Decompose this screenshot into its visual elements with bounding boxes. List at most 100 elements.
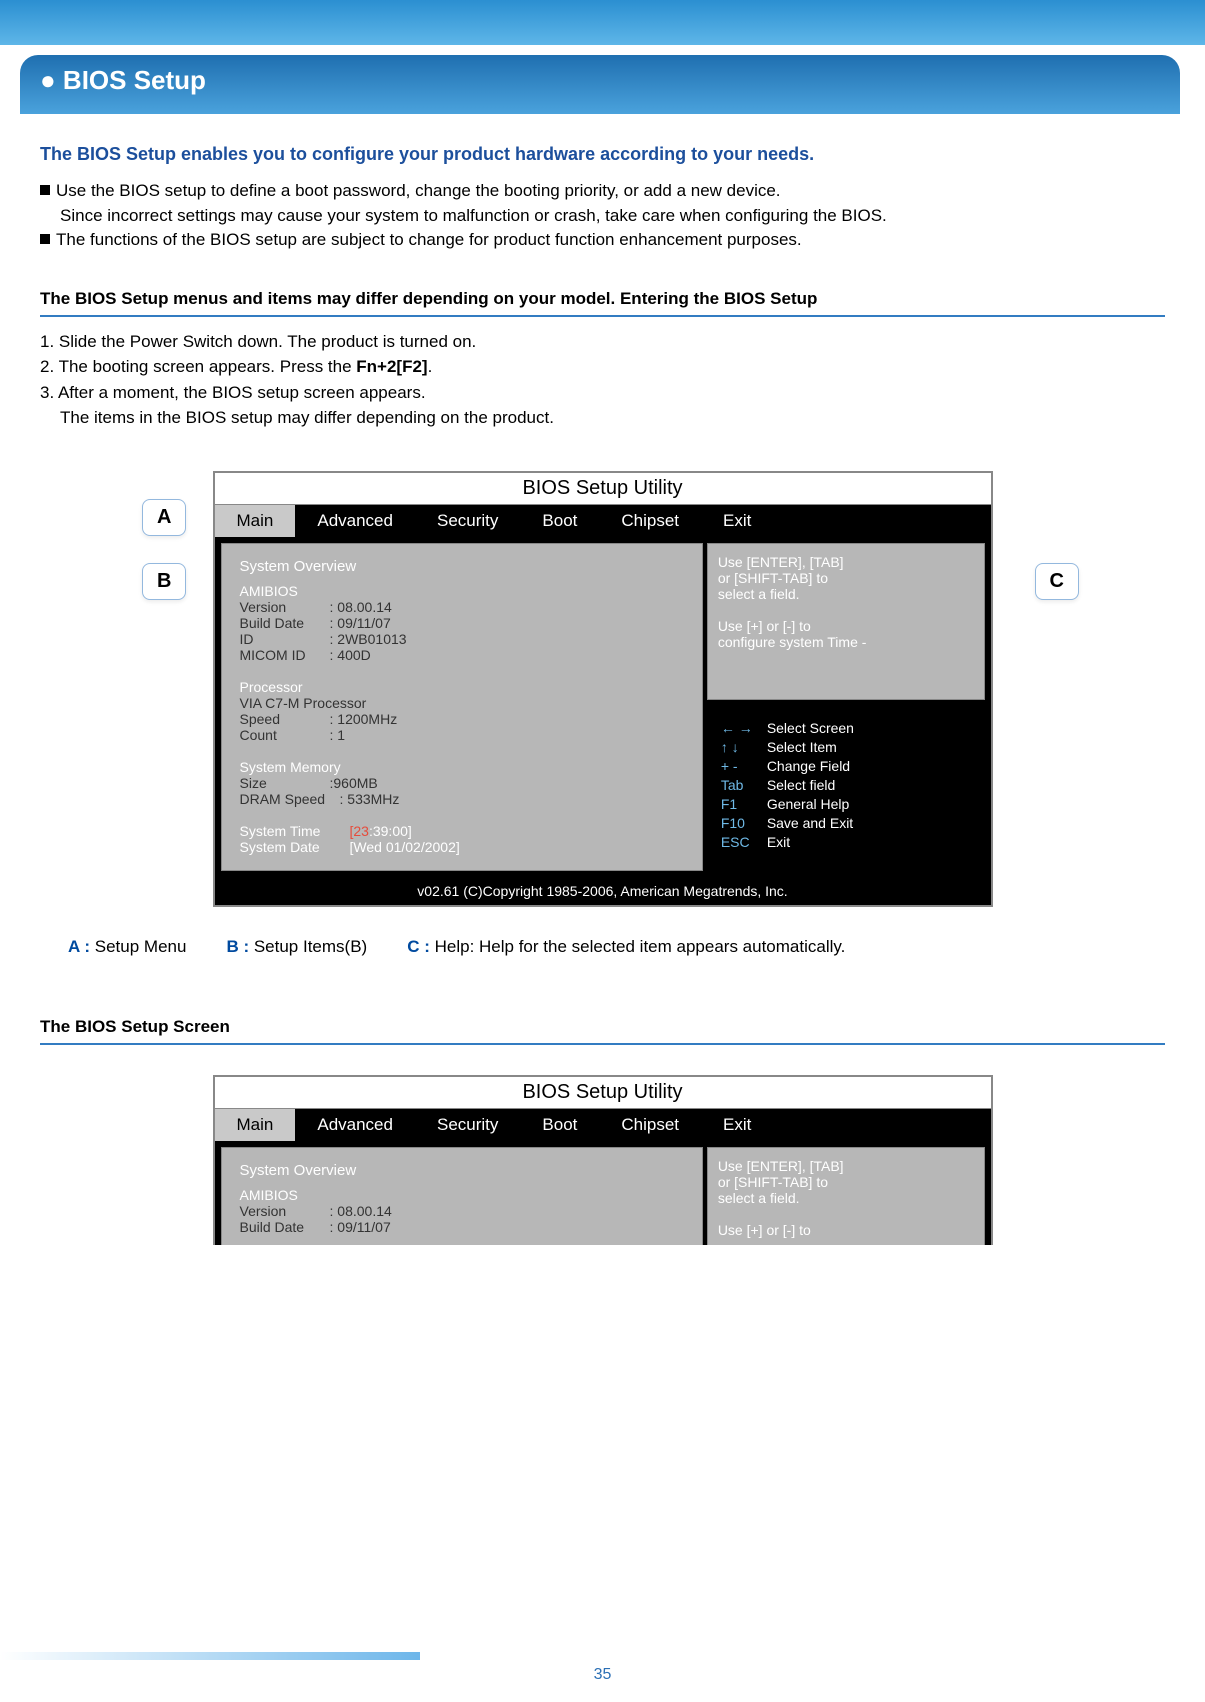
bios-screenshot-1: BIOS Setup Utility Main Advanced Securit… [213, 471, 993, 907]
help-line-3: select a field. [718, 1190, 974, 1206]
build-date-label: Build Date [240, 1219, 330, 1235]
step-2-c: . [428, 357, 433, 376]
content: The BIOS Setup enables you to configure … [0, 114, 1205, 1245]
legend-b-text: Setup Items(B) [249, 937, 367, 956]
processor-name: VIA C7-M Processor [240, 695, 684, 711]
bullet-1-line-a: Use the BIOS setup to define a boot pass… [56, 181, 781, 200]
page: ● BIOS Setup The BIOS Setup enables you … [0, 0, 1205, 1702]
key-ud: ↑ ↓ [721, 739, 767, 755]
count-label: Count [240, 727, 330, 743]
bullet-2: The functions of the BIOS setup are subj… [40, 228, 1165, 253]
version-value: : 08.00.14 [330, 599, 392, 615]
step-3-b: The items in the BIOS setup may differ d… [40, 405, 1165, 431]
key-help: ← →Select Screen ↑ ↓Select Item + -Chang… [707, 706, 985, 871]
version-label: Version [240, 1203, 330, 1219]
help-line-2: or [SHIFT-TAB] to [718, 1174, 974, 1190]
tab-advanced[interactable]: Advanced [295, 505, 415, 537]
build-date-label: Build Date [240, 615, 330, 631]
tab-boot[interactable]: Boot [520, 1109, 599, 1141]
tab-main[interactable]: Main [215, 505, 296, 537]
amibios-heading: AMIBIOS [240, 583, 684, 599]
step-2-key: Fn+2[F2] [356, 357, 427, 376]
legend-c-text: Help: Help for the selected item appears… [430, 937, 845, 956]
speed-label: Speed [240, 711, 330, 727]
micom-value: : 400D [330, 647, 371, 663]
figure-2: BIOS Setup Utility Main Advanced Securit… [213, 1075, 993, 1245]
key-ud-text: Select Item [767, 739, 837, 755]
help-line-5: configure system Time - [718, 634, 974, 650]
bios-left-panel: System Overview AMIBIOS Version: 08.00.1… [221, 543, 703, 871]
tab-security[interactable]: Security [415, 1109, 520, 1141]
help-line-1: Use [ENTER], [TAB] [718, 554, 974, 570]
micom-label: MICOM ID [240, 647, 330, 663]
callout-b: B [142, 563, 186, 600]
system-overview-heading: System Overview [240, 1162, 684, 1179]
step-2-a: 2. The booting screen appears. Press the [40, 357, 356, 376]
size-value: :960MB [330, 775, 378, 791]
bios-screen-title: The BIOS Setup Screen [40, 1017, 1165, 1045]
legend-b-key: B : [226, 937, 249, 956]
system-overview-heading: System Overview [240, 558, 684, 575]
tab-exit[interactable]: Exit [701, 1109, 773, 1141]
system-time-rest[interactable]: :39:00] [369, 823, 412, 839]
dram-label: DRAM Speed [240, 791, 340, 807]
tab-chipset[interactable]: Chipset [599, 1109, 701, 1141]
system-time-hh[interactable]: [23 [350, 823, 369, 839]
help-line-4: Use [+] or [-] to [718, 618, 974, 634]
callout-c: C [1035, 563, 1079, 600]
processor-heading: Processor [240, 679, 684, 695]
bullet-1-line-b: Since incorrect settings may cause your … [40, 204, 1165, 229]
bios-right-panel: Use [ENTER], [TAB] or [SHIFT-TAB] to sel… [707, 1147, 985, 1245]
square-bullet-icon [40, 234, 50, 244]
bullet-1: Use the BIOS setup to define a boot pass… [40, 179, 1165, 228]
page-number: 35 [0, 1666, 1205, 1684]
entering-bios-title: The BIOS Setup menus and items may diffe… [40, 289, 1165, 317]
help-line-1: Use [ENTER], [TAB] [718, 1158, 974, 1174]
tab-exit[interactable]: Exit [701, 505, 773, 537]
system-date-value[interactable]: [Wed 01/02/2002] [350, 839, 460, 855]
help-box: Use [ENTER], [TAB] or [SHIFT-TAB] to sel… [707, 1147, 985, 1245]
callout-a: A [142, 499, 186, 536]
help-line-2: or [SHIFT-TAB] to [718, 570, 974, 586]
bullet-2-text: The functions of the BIOS setup are subj… [56, 230, 802, 249]
bios-tab-bar: Main Advanced Security Boot Chipset Exit [215, 505, 991, 537]
tab-advanced[interactable]: Advanced [295, 1109, 415, 1141]
bios-body: System Overview AMIBIOS Version: 08.00.1… [215, 1141, 991, 1245]
key-lr: ← → [721, 720, 767, 736]
legend-a-key: A : [68, 937, 90, 956]
memory-heading: System Memory [240, 759, 684, 775]
callout-legend: A : Setup Menu B : Setup Items(B) C : He… [40, 937, 1165, 957]
bios-body: System Overview AMIBIOS Version: 08.00.1… [215, 537, 991, 877]
key-tab: Tab [721, 777, 767, 793]
help-line-3: select a field. [718, 586, 974, 602]
tab-main[interactable]: Main [215, 1109, 296, 1141]
size-label: Size [240, 775, 330, 791]
section-header: ● BIOS Setup [20, 55, 1180, 114]
key-pm-text: Change Field [767, 758, 850, 774]
figure-1: A B C BIOS Setup Utility Main Advanced S… [40, 471, 1165, 907]
bios-window-title: BIOS Setup Utility [215, 1077, 991, 1109]
bios-tab-bar: Main Advanced Security Boot Chipset Exit [215, 1109, 991, 1141]
tab-boot[interactable]: Boot [520, 505, 599, 537]
bios-window-title: BIOS Setup Utility [215, 473, 991, 505]
bios-left-panel: System Overview AMIBIOS Version: 08.00.1… [221, 1147, 703, 1245]
key-lr-text: Select Screen [767, 720, 854, 736]
page-footer: 35 [0, 1666, 1205, 1684]
speed-value: : 1200MHz [330, 711, 398, 727]
help-box: Use [ENTER], [TAB] or [SHIFT-TAB] to sel… [707, 543, 985, 700]
key-esc-text: Exit [767, 834, 790, 850]
key-tab-text: Select field [767, 777, 835, 793]
steps: 1. Slide the Power Switch down. The prod… [40, 329, 1165, 431]
key-esc: ESC [721, 834, 767, 850]
key-f1: F1 [721, 796, 767, 812]
tab-security[interactable]: Security [415, 505, 520, 537]
id-value: : 2WB01013 [330, 631, 407, 647]
version-value: : 08.00.14 [330, 1203, 392, 1219]
key-f10-text: Save and Exit [767, 815, 853, 831]
intro-title: The BIOS Setup enables you to configure … [40, 144, 1165, 165]
system-time-label: System Time [240, 823, 350, 839]
count-value: : 1 [330, 727, 346, 743]
version-label: Version [240, 599, 330, 615]
build-date-value: : 09/11/07 [330, 615, 391, 631]
tab-chipset[interactable]: Chipset [599, 505, 701, 537]
